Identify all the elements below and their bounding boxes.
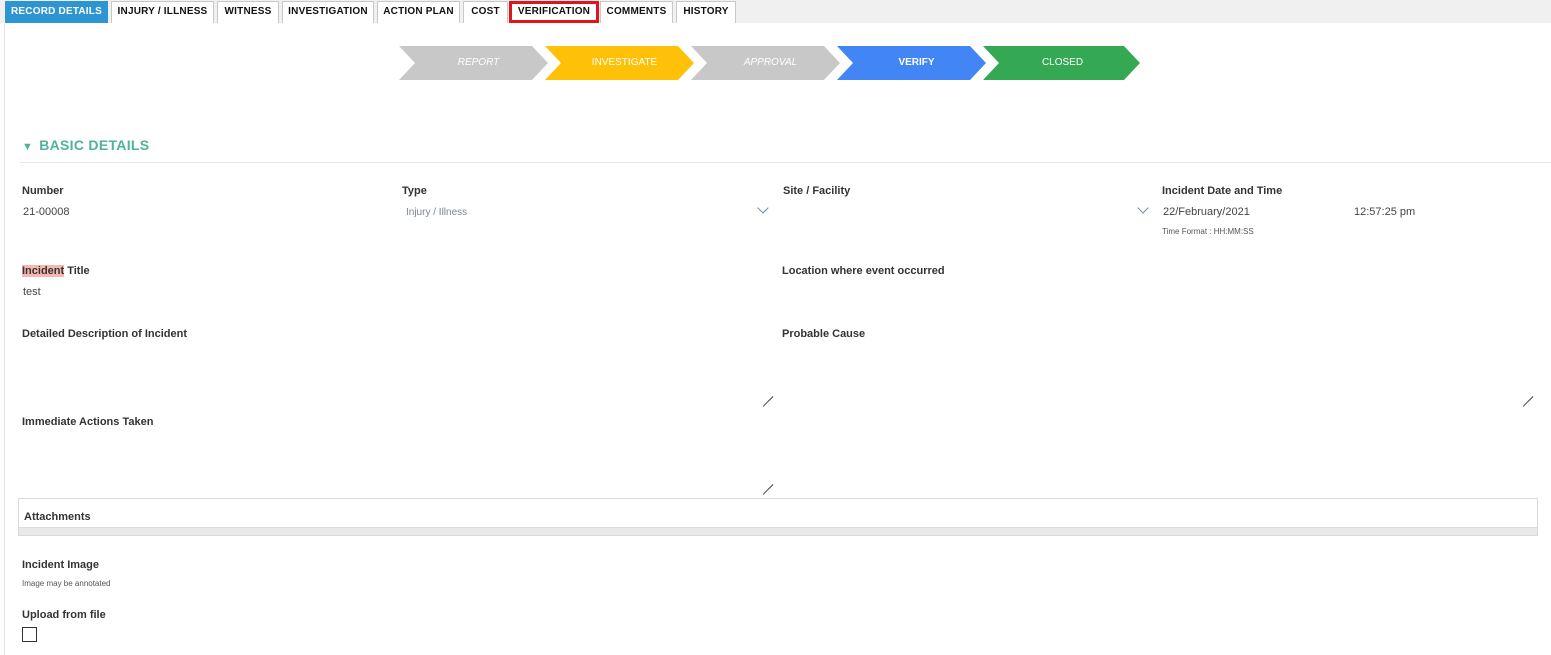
probable-cause-label: Probable Cause [782,328,866,340]
incident-title-label-highlight: Incident [22,265,65,277]
incident-datetime-label: Incident Date and Time [1162,185,1283,197]
incident-title-input[interactable]: test [23,286,41,298]
upload-from-file-checkbox[interactable] [22,627,37,642]
resize-handle-icon[interactable] [762,386,774,398]
tab-witness[interactable]: WITNESS [217,1,279,23]
tab-cost[interactable]: COST [463,1,508,23]
location-label: Location where event occurred [782,265,945,277]
triangle-down-icon: ▼ [22,141,34,153]
site-facility-label: Site / Facility [783,185,851,197]
time-format-hint: Time Format : HH:MM:SS [1162,227,1254,236]
incident-image-hint: Image may be annotated [22,579,111,588]
content-left-border [4,23,5,655]
section-title: BASIC DETAILS [39,137,150,153]
type-label: Type [402,185,427,197]
incident-title-label-rest: Title [64,265,90,277]
tab-action-plan[interactable]: ACTION PLAN [377,1,460,23]
workflow-step-approval: APPROVAL [743,57,798,68]
number-value[interactable]: 21-00008 [23,206,70,218]
incident-date-input[interactable]: 22/February/2021 [1163,206,1250,218]
number-label: Number [22,185,64,197]
workflow-step-verify: VERIFY [898,57,935,68]
attachments-label: Attachments [24,511,91,523]
workflow-step-report: REPORT [457,57,500,68]
resize-handle-icon[interactable] [762,474,774,486]
tab-comments[interactable]: COMMENTS [600,1,673,23]
workflow-step-investigate: INVESTIGATE [591,57,658,68]
attachments-bar [19,527,1537,535]
incident-time-input[interactable]: 12:57:25 pm [1354,206,1415,218]
resize-handle-icon[interactable] [1522,386,1534,398]
immediate-actions-label: Immediate Actions Taken [22,416,154,428]
tab-history[interactable]: HISTORY [676,1,736,23]
workflow-step-closed: CLOSED [1041,57,1084,68]
type-select[interactable]: Injury / Illness [406,207,467,218]
chevron-down-icon[interactable] [1137,202,1149,214]
incident-image-label: Incident Image [22,559,100,571]
tab-verification[interactable]: VERIFICATION [509,1,599,23]
tab-record-details[interactable]: RECORD DETAILS [5,1,108,23]
attachments-panel: Attachments [18,498,1538,536]
section-basic-details-toggle[interactable]: ▼ BASIC DETAILS [22,137,149,153]
section-divider [20,162,1551,163]
chevron-down-icon[interactable] [757,202,769,214]
description-label: Detailed Description of Incident [22,328,188,340]
tab-bar: RECORD DETAILS INJURY / ILLNESS WITNESS … [0,0,1551,23]
incident-title-label: Incident Title [22,265,90,277]
tab-investigation[interactable]: INVESTIGATION [282,1,374,23]
upload-from-file-label: Upload from file [22,609,106,621]
tab-injury-illness[interactable]: INJURY / ILLNESS [111,1,214,23]
